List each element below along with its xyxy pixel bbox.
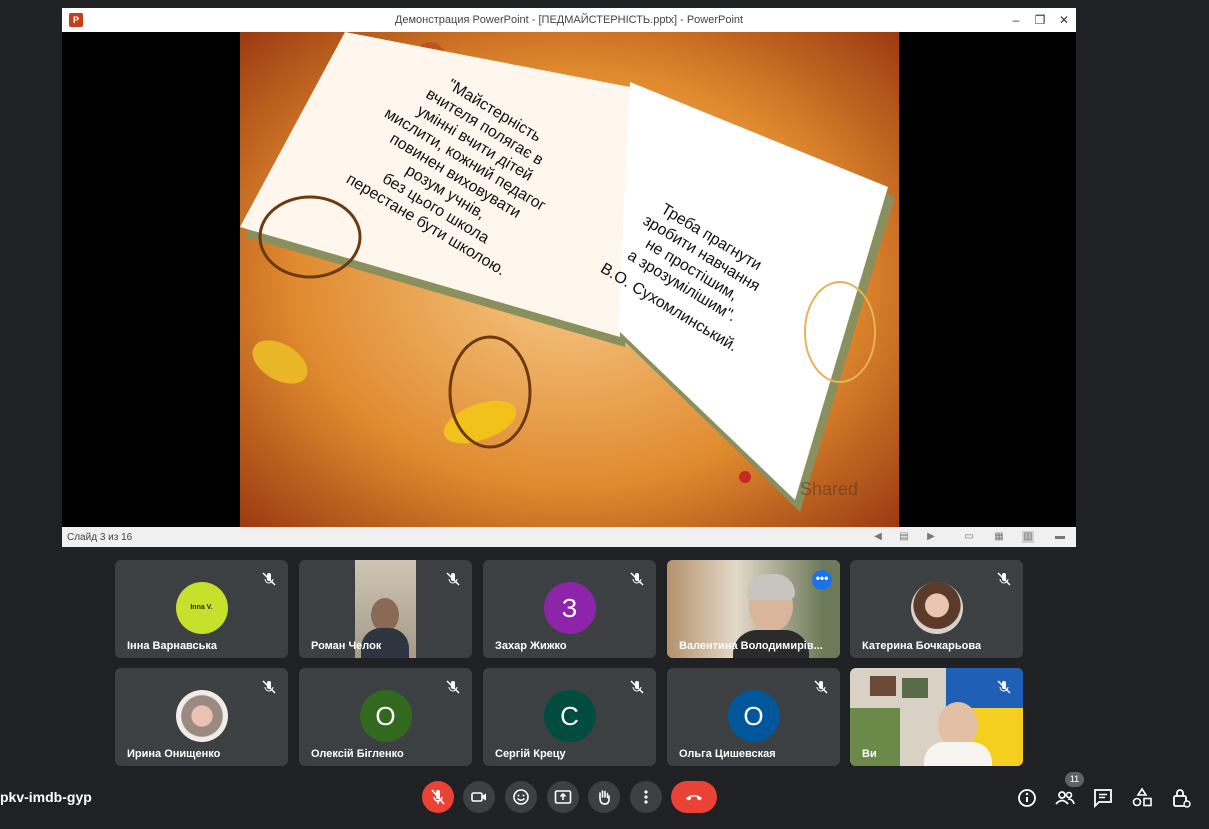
participant-tile[interactable]: Ирина Онищенко	[115, 668, 288, 766]
meeting-info-icon[interactable]	[1016, 787, 1038, 809]
slide-show-menu-icon[interactable]: ▤	[898, 531, 910, 543]
more-options-button[interactable]: •••	[812, 570, 832, 590]
participant-name: Олексій Бігленко	[311, 748, 404, 760]
emoji-icon	[513, 789, 529, 805]
participant-name: Ирина Онищенко	[127, 748, 221, 760]
participant-tile-self[interactable]: Ви	[850, 668, 1023, 766]
participant-name: Катерина Бочкарьова	[862, 640, 982, 652]
participant-name: Роман Челок	[311, 640, 382, 652]
mic-off-icon	[262, 680, 276, 694]
participant-tile[interactable]: О Олексій Бігленко	[299, 668, 472, 766]
participant-tile-active-speaker[interactable]: ••• Валентина Володимирів...	[667, 560, 840, 658]
normal-view-icon[interactable]: ▭	[963, 531, 975, 543]
hang-up-icon	[686, 795, 702, 801]
participant-tile[interactable]: З Захар Жижко	[483, 560, 656, 658]
participant-tile[interactable]: Роман Челок	[299, 560, 472, 658]
slide-area: "Майстерність вчителя полягає в умінні в…	[62, 32, 1076, 527]
more-vert-icon	[644, 790, 648, 804]
avatar: Inna V.	[175, 582, 228, 634]
watermark: Shared	[800, 479, 859, 499]
avatar: З	[543, 582, 596, 634]
camera-icon	[471, 792, 486, 802]
slide-counter: Слайд 3 из 16	[67, 532, 133, 543]
window-title: Демонстрация PowerPoint - [ПЕДМАЙСТЕРНІС…	[394, 14, 744, 26]
reactions-button[interactable]	[505, 781, 537, 813]
participant-tile[interactable]: Inna V. Інна Варнавська	[115, 560, 288, 658]
present-icon	[554, 790, 572, 804]
next-slide-icon[interactable]: ▶	[925, 531, 937, 543]
avatar: О	[359, 690, 412, 742]
present-screen-button[interactable]	[547, 781, 579, 813]
participant-tile[interactable]: С Сергій Крецу	[483, 668, 656, 766]
mic-off-icon	[262, 572, 276, 586]
meeting-code: pkv-imdb-gyp	[0, 789, 92, 805]
mic-off-icon	[431, 789, 445, 805]
minimize-icon[interactable]: –	[1008, 12, 1024, 28]
avatar: О	[727, 690, 780, 742]
slide-image: "Майстерність вчителя полягає в умінні в…	[240, 32, 899, 527]
avatar: С	[543, 690, 596, 742]
participant-name: Ольга Цишевская	[679, 748, 776, 760]
participant-tile[interactable]: Катерина Бочкарьова	[850, 560, 1023, 658]
slide-sorter-icon[interactable]: ▦	[993, 531, 1005, 543]
mic-off-icon	[997, 680, 1011, 694]
mic-off-icon	[446, 680, 460, 694]
chat-icon[interactable]	[1092, 787, 1114, 809]
participant-name: Сергій Крецу	[495, 748, 566, 760]
participant-name: Захар Жижко	[495, 640, 567, 652]
participant-name: Ви	[862, 748, 877, 760]
powerpoint-titlebar: P Демонстрация PowerPoint - [ПЕДМАЙСТЕРН…	[62, 8, 1076, 32]
camera-toggle-button[interactable]	[463, 781, 495, 813]
profile-photo	[911, 582, 963, 634]
close-icon[interactable]: ✕	[1056, 12, 1072, 28]
profile-photo	[176, 690, 228, 742]
participant-tile[interactable]: О Ольга Цишевская	[667, 668, 840, 766]
more-options-button[interactable]	[630, 781, 662, 813]
mic-off-icon	[446, 572, 460, 586]
powerpoint-statusbar: Слайд 3 из 16 ◀ ▤ ▶ ▭ ▦ ▥ ▬	[62, 527, 1076, 547]
hand-icon	[599, 790, 610, 805]
slideshow-view-icon[interactable]: ▬	[1054, 531, 1066, 543]
host-controls-icon[interactable]	[1170, 787, 1192, 809]
microphone-toggle-button[interactable]	[422, 781, 454, 813]
reading-view-icon[interactable]: ▥	[1022, 531, 1034, 543]
people-icon[interactable]	[1054, 787, 1076, 809]
raise-hand-button[interactable]	[588, 781, 620, 813]
activities-icon[interactable]	[1131, 787, 1153, 809]
participant-count-badge: 11	[1065, 772, 1084, 787]
restore-icon[interactable]: ❐	[1032, 12, 1048, 28]
participant-name: Валентина Володимирів...	[679, 640, 823, 652]
mic-off-icon	[630, 572, 644, 586]
powerpoint-window: P Демонстрация PowerPoint - [ПЕДМАЙСТЕРН…	[62, 8, 1076, 547]
mic-off-icon	[630, 680, 644, 694]
mic-off-icon	[997, 572, 1011, 586]
participant-name: Інна Варнавська	[127, 640, 218, 652]
previous-slide-icon[interactable]: ◀	[872, 531, 884, 543]
mic-off-icon	[814, 680, 828, 694]
end-call-button[interactable]	[671, 781, 717, 813]
